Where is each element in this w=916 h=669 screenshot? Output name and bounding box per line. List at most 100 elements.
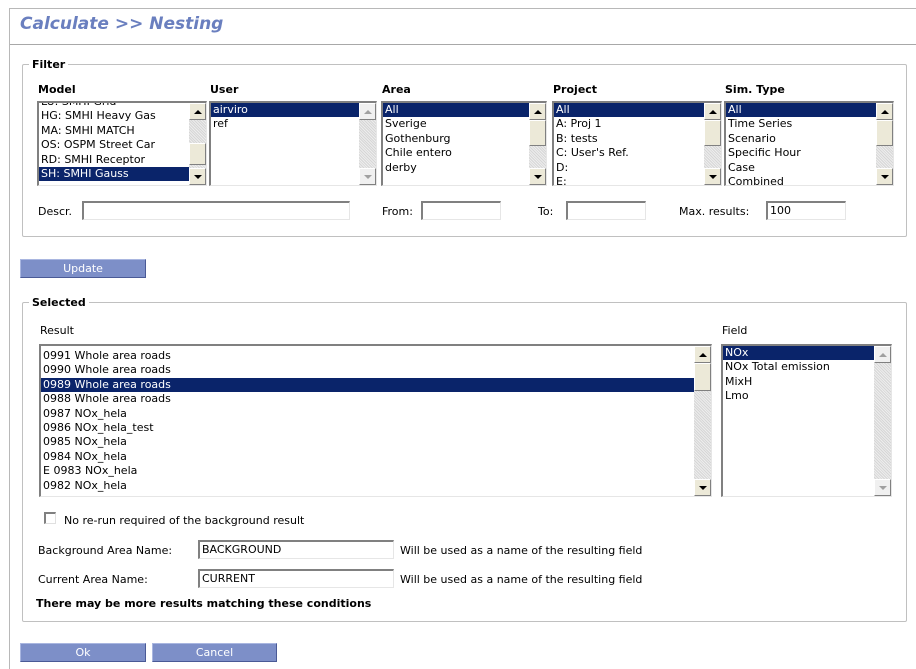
selected-legend: Selected [32, 296, 86, 309]
current-area-input[interactable]: CURRENT [198, 569, 394, 588]
result-option[interactable]: 0985 NOx_hela [41, 435, 694, 449]
simtype-option[interactable]: Case [726, 161, 876, 175]
no-rerun-label: No re-run required of the background res… [64, 514, 305, 527]
field-label: Field [722, 324, 748, 337]
result-option[interactable]: 0991 Whole area roads [41, 349, 694, 363]
result-option[interactable]: 0986 NOx_hela_test [41, 421, 694, 435]
result-label: Result [40, 324, 74, 337]
result-option[interactable]: E 0983 NOx_hela [41, 464, 694, 478]
scroll-down-button[interactable] [529, 168, 546, 185]
arrow-up-icon [708, 109, 717, 114]
no-rerun-checkbox[interactable] [44, 512, 56, 524]
model-option-selected[interactable]: SH: SMHI Gauss [39, 166, 189, 182]
result-option[interactable]: 0984 NOx_hela [41, 450, 694, 464]
simtype-option-selected[interactable]: All [726, 103, 876, 118]
user-scrollbar[interactable] [359, 103, 376, 185]
field-listbox[interactable]: NOx NOx Total emission MixH Lmo [721, 344, 892, 497]
field-scrollbar[interactable] [874, 346, 891, 496]
result-option[interactable]: 0987 NOx_hela [41, 407, 694, 421]
model-option[interactable]: HG: SMHI Heavy Gas [39, 109, 189, 123]
scroll-up-button[interactable] [529, 103, 546, 120]
model-option[interactable]: OS: OSPM Street Car [39, 138, 189, 152]
arrow-down-icon [533, 174, 542, 179]
scroll-up-button[interactable] [359, 103, 376, 120]
background-area-input[interactable]: BACKGROUND [198, 540, 394, 559]
model-option[interactable]: RD: SMHI Receptor [39, 153, 189, 167]
project-scrollbar[interactable] [704, 103, 721, 185]
descr-input[interactable] [82, 201, 350, 220]
area-option[interactable]: Chile entero [383, 146, 529, 160]
project-option[interactable]: A: Proj 1 [554, 117, 704, 131]
project-option[interactable]: C: User's Ref. [554, 146, 704, 160]
field-option-selected[interactable]: NOx [723, 346, 874, 361]
scroll-up-button[interactable] [189, 103, 206, 120]
project-option[interactable]: D: [554, 161, 704, 175]
user-option[interactable]: ref [211, 117, 359, 131]
arrow-down-icon [708, 174, 717, 179]
max-results-input[interactable]: 100 [766, 201, 846, 220]
current-area-hint: Will be used as a name of the resulting … [400, 573, 643, 586]
result-scrollbar[interactable] [694, 346, 711, 496]
scroll-down-button[interactable] [876, 168, 893, 185]
user-option-selected[interactable]: airviro [211, 103, 359, 118]
cancel-button[interactable]: Cancel [152, 643, 277, 662]
scroll-thumb[interactable] [876, 120, 893, 146]
simtype-option[interactable]: Combined [726, 175, 876, 185]
result-option[interactable]: 0982 NOx_hela [41, 479, 694, 493]
field-option[interactable]: MixH [723, 375, 874, 389]
simtype-scrollbar[interactable] [876, 103, 893, 185]
descr-label: Descr. [38, 205, 73, 218]
project-option-selected[interactable]: All [554, 103, 704, 118]
scroll-up-button[interactable] [704, 103, 721, 120]
model-option[interactable]: LU: SMHI Grid [39, 103, 189, 109]
result-option[interactable]: 0990 Whole area roads [41, 363, 694, 377]
result-option[interactable]: 0988 Whole area roads [41, 392, 694, 406]
ok-button[interactable]: Ok [20, 643, 146, 662]
current-area-label: Current Area Name: [38, 573, 148, 586]
scroll-up-button[interactable] [874, 346, 891, 363]
area-option[interactable]: Sverige [383, 117, 529, 131]
max-results-label: Max. results: [679, 205, 750, 218]
arrow-up-icon [363, 109, 372, 114]
to-input[interactable] [566, 201, 646, 220]
result-listbox[interactable]: 0991 Whole area roads 0990 Whole area ro… [39, 344, 712, 497]
user-listbox[interactable]: airviro ref [209, 101, 377, 186]
scroll-thumb[interactable] [704, 120, 721, 146]
from-input[interactable] [421, 201, 501, 220]
project-option[interactable]: B: tests [554, 132, 704, 146]
scroll-down-button[interactable] [704, 168, 721, 185]
update-button[interactable]: Update [20, 259, 146, 278]
scroll-down-button[interactable] [189, 168, 206, 185]
area-option[interactable]: Gothenburg [383, 132, 529, 146]
scroll-down-button[interactable] [694, 479, 711, 496]
model-listbox[interactable]: LU: SMHI Grid HG: SMHI Heavy Gas MA: SMH… [37, 101, 207, 186]
model-option[interactable]: MA: SMHI MATCH [39, 124, 189, 138]
filter-legend: Filter [32, 58, 66, 71]
scroll-thumb[interactable] [529, 120, 546, 146]
area-option[interactable]: derby [383, 161, 529, 175]
simtype-listbox[interactable]: All Time Series Scenario Specific Hour C… [724, 101, 894, 186]
scroll-down-button[interactable] [359, 168, 376, 185]
area-scrollbar[interactable] [529, 103, 546, 185]
scroll-up-button[interactable] [876, 103, 893, 120]
from-label: From: [382, 205, 413, 218]
user-label: User [210, 83, 239, 96]
scroll-up-button[interactable] [694, 346, 711, 363]
scroll-down-button[interactable] [874, 479, 891, 496]
arrow-down-icon [880, 174, 889, 179]
model-scrollbar[interactable] [189, 103, 206, 185]
project-listbox[interactable]: All A: Proj 1 B: tests C: User's Ref. D:… [552, 101, 722, 186]
scroll-thumb[interactable] [189, 143, 206, 165]
arrow-up-icon [533, 109, 542, 114]
simtype-option[interactable]: Time Series [726, 117, 876, 131]
area-listbox[interactable]: All Sverige Gothenburg Chile entero derb… [381, 101, 547, 186]
field-option[interactable]: Lmo [723, 389, 874, 403]
project-option[interactable]: E: [554, 175, 704, 185]
simtype-option[interactable]: Specific Hour [726, 146, 876, 160]
area-option-selected[interactable]: All [383, 103, 529, 118]
result-option-selected[interactable]: 0989 Whole area roads [41, 377, 694, 393]
field-option[interactable]: NOx Total emission [723, 360, 874, 374]
simtype-option[interactable]: Scenario [726, 132, 876, 146]
scroll-thumb[interactable] [694, 363, 711, 391]
background-area-label: Background Area Name: [38, 544, 173, 557]
